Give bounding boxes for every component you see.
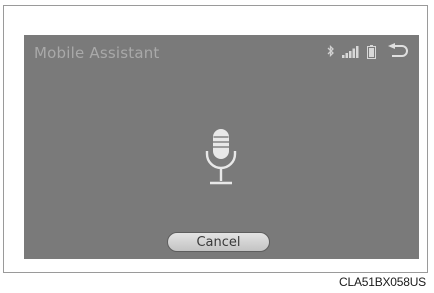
battery-icon bbox=[367, 44, 376, 59]
back-icon[interactable] bbox=[387, 43, 409, 59]
screen-title: Mobile Assistant bbox=[34, 44, 160, 62]
page: Mobile Assistant Cancel CLA51BX058US bbox=[0, 0, 434, 293]
cancel-button[interactable]: Cancel bbox=[167, 232, 270, 252]
bluetooth-icon bbox=[327, 44, 335, 58]
mobile-assistant-screen: Mobile Assistant Cancel bbox=[24, 35, 419, 259]
microphone-icon bbox=[204, 127, 238, 187]
illustration-code: CLA51BX058US bbox=[339, 275, 426, 289]
signal-strength-icon bbox=[342, 44, 360, 58]
status-bar bbox=[327, 43, 409, 59]
